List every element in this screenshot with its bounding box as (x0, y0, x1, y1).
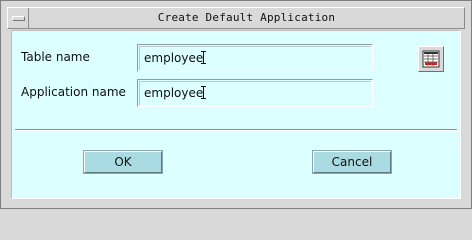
table-name-value: employee (144, 51, 204, 65)
application-name-value: employee (144, 86, 204, 100)
text-cursor-icon (201, 51, 207, 64)
table-name-input[interactable]: employee (137, 44, 373, 72)
text-cursor-icon (201, 86, 207, 99)
title-bar[interactable]: Create Default Application (7, 7, 465, 29)
cancel-button[interactable]: Cancel (312, 150, 392, 174)
dialog-title: Create Default Application (157, 11, 336, 24)
ok-button[interactable]: OK (83, 150, 163, 174)
dialog-window: Create Default Application Table name em… (0, 0, 472, 209)
table-grid-icon (422, 50, 440, 68)
dialog-body: Table name employee Application name emp… (11, 30, 461, 199)
application-name-value-area[interactable]: employee (139, 81, 371, 105)
window-menu-icon (11, 15, 25, 21)
table-name-label: Table name (21, 50, 90, 64)
separator (15, 129, 457, 131)
table-picker-button[interactable] (418, 46, 444, 72)
application-name-label: Application name (21, 85, 126, 99)
window-menu-button[interactable] (8, 8, 29, 28)
application-name-input[interactable]: employee (137, 79, 373, 107)
table-name-value-area[interactable]: employee (139, 46, 371, 70)
